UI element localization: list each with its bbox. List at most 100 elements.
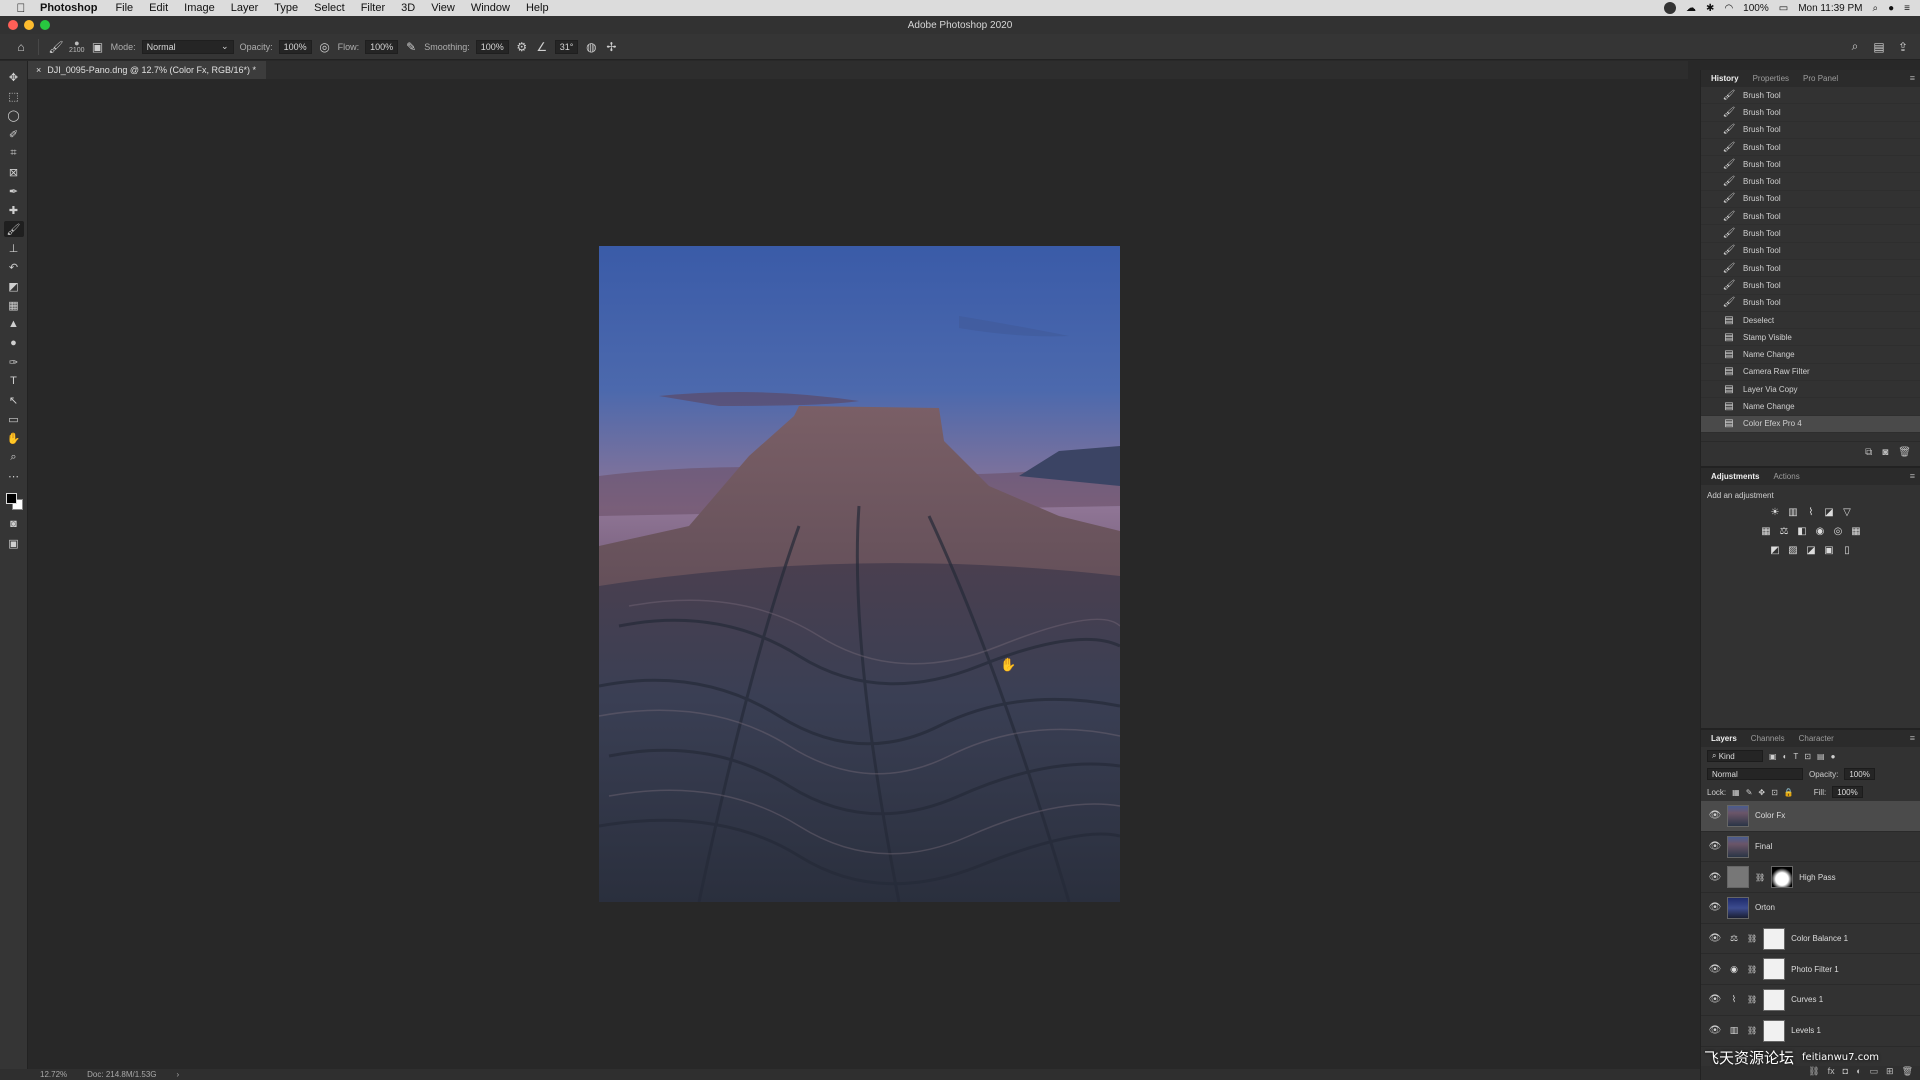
- new-document-from-state-icon[interactable]: ⧉: [1865, 447, 1872, 458]
- tab-layers[interactable]: Layers: [1705, 734, 1745, 747]
- visibility-eye-icon[interactable]: 👁: [1709, 902, 1722, 914]
- lock-position-icon[interactable]: ✥: [1758, 788, 1765, 797]
- zoom-level[interactable]: 12.72%: [40, 1070, 67, 1079]
- chain-link-icon[interactable]: ⛓: [1747, 965, 1757, 974]
- search-icon[interactable]: ⌕: [1848, 39, 1862, 54]
- brush-settings-toggle-icon[interactable]: ▣: [91, 40, 105, 54]
- visibility-eye-icon[interactable]: 👁: [1709, 871, 1722, 883]
- share-icon[interactable]: ⇪: [1896, 40, 1910, 54]
- history-state[interactable]: ▤ Camera Raw Filter: [1701, 364, 1920, 382]
- history-state-current[interactable]: ▤ Color Efex Pro 4: [1701, 415, 1920, 433]
- minimize-window-button[interactable]: [24, 20, 34, 30]
- document-tab[interactable]: × DJI_0095-Pano.dng @ 12.7% (Color Fx, R…: [28, 61, 267, 79]
- layer-name[interactable]: Color Fx: [1755, 811, 1785, 820]
- history-state[interactable]: 🖌 Brush Tool: [1701, 139, 1920, 157]
- adjustment-filter-icon[interactable]: ◐: [1783, 752, 1788, 761]
- more-tools-icon[interactable]: ⋯: [4, 468, 24, 484]
- layer-row[interactable]: 👁 ⚖ ⛓ Color Balance 1: [1701, 924, 1920, 955]
- menubar-clock[interactable]: Mon 11:39 PM: [1798, 3, 1862, 14]
- layer-name[interactable]: Color Balance 1: [1791, 934, 1848, 943]
- history-state[interactable]: 🖌 Brush Tool: [1701, 208, 1920, 226]
- filter-toggle-icon[interactable]: ●: [1831, 752, 1836, 761]
- pixel-filter-icon[interactable]: ▣: [1769, 752, 1777, 761]
- menu-window[interactable]: Window: [463, 2, 518, 14]
- smoothing-field[interactable]: 100%: [475, 39, 509, 54]
- cloud-icon[interactable]: ☁: [1686, 3, 1696, 14]
- foreground-color-swatch[interactable]: [5, 493, 17, 504]
- history-state[interactable]: 🖌 Brush Tool: [1701, 156, 1920, 174]
- history-state[interactable]: ▤ Deselect: [1701, 312, 1920, 330]
- snapshot-camera-icon[interactable]: ◙: [1882, 447, 1888, 458]
- layer-row[interactable]: 👁 ⛓ High Pass: [1701, 862, 1920, 894]
- layer-mask-thumbnail[interactable]: [1763, 988, 1786, 1011]
- quick-mask-icon[interactable]: ◙: [4, 516, 24, 532]
- smoothing-settings-gear-icon[interactable]: ⚙: [515, 40, 529, 54]
- new-group-folder-icon[interactable]: ▭: [1870, 1066, 1879, 1080]
- layer-row[interactable]: 👁 Final: [1701, 832, 1920, 863]
- layer-mask-thumbnail[interactable]: [1771, 866, 1794, 889]
- mode-dropdown[interactable]: Normal ⌄: [141, 39, 234, 54]
- layer-mask-thumbnail[interactable]: [1763, 1019, 1786, 1042]
- eraser-tool-icon[interactable]: ◩: [4, 278, 24, 294]
- zoom-tool-icon[interactable]: ⌕: [4, 449, 24, 465]
- layer-style-fx-icon[interactable]: fx: [1828, 1066, 1835, 1080]
- rectangle-tool-icon[interactable]: ▭: [4, 411, 24, 427]
- lock-transparent-icon[interactable]: ▦: [1732, 788, 1740, 797]
- gradient-map-icon[interactable]: ▯: [1840, 543, 1854, 557]
- menu-select[interactable]: Select: [306, 2, 353, 14]
- color-swatches[interactable]: [4, 491, 24, 513]
- airbrush-icon[interactable]: ✎: [404, 40, 418, 54]
- layer-name[interactable]: High Pass: [1799, 873, 1835, 882]
- healing-brush-tool-icon[interactable]: ✚: [4, 202, 24, 218]
- layer-row[interactable]: 👁 Orton: [1701, 893, 1920, 924]
- blur-tool-icon[interactable]: ▲: [4, 316, 24, 332]
- layer-name[interactable]: Orton: [1755, 903, 1775, 912]
- tab-channels[interactable]: Channels: [1745, 734, 1793, 747]
- panel-menu-icon[interactable]: ≡: [1910, 733, 1915, 743]
- curves-icon[interactable]: ⌇: [1804, 505, 1818, 519]
- smart-object-filter-icon[interactable]: ▤: [1817, 752, 1825, 761]
- close-tab-icon[interactable]: ×: [36, 65, 41, 75]
- layer-name[interactable]: Photo Filter 1: [1791, 965, 1839, 974]
- quick-select-tool-icon[interactable]: ✐: [4, 126, 24, 142]
- tab-history[interactable]: History: [1705, 74, 1747, 87]
- tab-character[interactable]: Character: [1793, 734, 1842, 747]
- type-tool-icon[interactable]: T: [4, 373, 24, 389]
- chain-link-icon[interactable]: ⛓: [1747, 1026, 1757, 1035]
- clone-stamp-tool-icon[interactable]: ⊥: [4, 240, 24, 256]
- menu-image[interactable]: Image: [176, 2, 223, 14]
- history-state[interactable]: ▤ Stamp Visible: [1701, 329, 1920, 347]
- add-mask-icon[interactable]: ◘: [1843, 1066, 1848, 1080]
- apple-menu-icon[interactable]: : [12, 1, 30, 15]
- layer-name[interactable]: Levels 1: [1791, 1026, 1821, 1035]
- frame-tool-icon[interactable]: ⊠: [4, 164, 24, 180]
- history-state[interactable]: 🖌 Brush Tool: [1701, 104, 1920, 122]
- record-icon[interactable]: [1664, 2, 1677, 14]
- trash-icon[interactable]: 🗑: [1902, 1066, 1913, 1080]
- layer-mask-thumbnail[interactable]: [1763, 958, 1786, 981]
- history-state[interactable]: ▤ Name Change: [1701, 346, 1920, 364]
- lock-artboard-icon[interactable]: ⊡: [1771, 788, 1778, 797]
- shape-filter-icon[interactable]: ⊡: [1804, 752, 1811, 761]
- lock-all-icon[interactable]: 🔒: [1784, 788, 1794, 797]
- tab-pro-panel[interactable]: Pro Panel: [1797, 74, 1846, 87]
- trash-icon[interactable]: 🗑: [1898, 447, 1911, 458]
- history-state[interactable]: 🖌 Brush Tool: [1701, 295, 1920, 312]
- angle-field[interactable]: 31°: [554, 39, 579, 54]
- blend-mode-dropdown[interactable]: Normal: [1707, 768, 1803, 780]
- hue-saturation-icon[interactable]: ▦: [1759, 524, 1773, 538]
- panel-menu-icon[interactable]: ≡: [1910, 73, 1915, 83]
- brush-size-picker[interactable]: ● 2100: [69, 38, 85, 55]
- hand-tool-icon[interactable]: ✋: [4, 430, 24, 446]
- color-balance-icon[interactable]: ⚖: [1777, 524, 1791, 538]
- chain-link-icon[interactable]: ⛓: [1747, 934, 1757, 943]
- posterize-icon[interactable]: ▨: [1786, 543, 1800, 557]
- history-state[interactable]: 🖌 Brush Tool: [1701, 122, 1920, 139]
- menu-type[interactable]: Type: [266, 2, 306, 14]
- screen-mode-icon[interactable]: ▣: [4, 535, 24, 551]
- home-icon[interactable]: ⌂: [14, 40, 28, 54]
- wifi-icon[interactable]: ◠: [1724, 3, 1733, 14]
- levels-icon[interactable]: ▥: [1786, 505, 1800, 519]
- tab-properties[interactable]: Properties: [1747, 74, 1797, 87]
- pressure-size-icon[interactable]: ◍: [584, 40, 598, 54]
